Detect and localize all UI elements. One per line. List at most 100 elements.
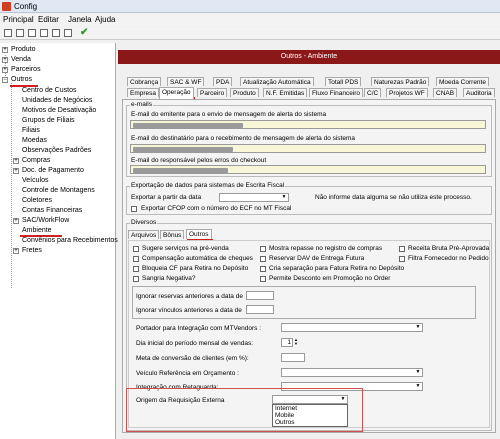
tree-node-outros[interactable]: Outros [11, 76, 32, 83]
checkbox-mostra-repasse[interactable] [260, 246, 266, 252]
tab-auditoria[interactable]: Auditoria [463, 88, 495, 97]
checkbox-reservar-dav[interactable] [260, 256, 266, 262]
chevron-down-icon[interactable]: ▼ [414, 383, 422, 390]
tree-node-sac[interactable]: SAC/WorkFlow [22, 217, 69, 224]
tab-nf-emitidas[interactable]: N.F. Emitidas [263, 88, 308, 97]
portador-select[interactable]: ▼ [281, 323, 423, 332]
tree-node-produto[interactable]: Produto [11, 46, 36, 53]
checkbox-receita-bruta[interactable] [399, 246, 405, 252]
checkbox-label: Mostra repasse no registro de compras [269, 245, 383, 252]
menu-ajuda[interactable]: Ajuda [95, 15, 115, 24]
tab-cnab[interactable]: CNAB [433, 88, 458, 97]
tab-projetos-wf[interactable]: Projetos WF [386, 88, 428, 97]
tab-operacao[interactable]: Operação [159, 87, 194, 99]
tab-fluxo[interactable]: Fluxo Financeiro [309, 88, 364, 97]
cfop-checkbox[interactable] [131, 206, 137, 212]
chevron-down-icon[interactable]: ▼ [414, 369, 422, 376]
checkbox-permite-desconto[interactable] [260, 276, 266, 282]
checkbox-bloqueia-cf[interactable] [133, 266, 139, 272]
meta-field[interactable] [281, 353, 305, 362]
print-icon[interactable] [40, 29, 48, 37]
confirm-check-icon[interactable]: ✔ [80, 27, 88, 38]
tree-node-motivos[interactable]: Motivos de Desativação [22, 107, 96, 114]
tree-node-centro-custos[interactable]: Centro de Custos [22, 87, 76, 94]
expand-icon[interactable]: + [2, 47, 8, 53]
collapse-icon[interactable]: − [2, 77, 8, 83]
tab-produto[interactable]: Produto [230, 88, 259, 97]
expand-icon[interactable]: + [13, 218, 19, 224]
veiculo-label: Veículo Referência em Orçamento : [136, 370, 239, 377]
checkbox-cria-separacao[interactable] [260, 266, 266, 272]
tab-atualizacao[interactable]: Atualização Automática [240, 77, 314, 86]
expand-icon[interactable]: + [13, 168, 19, 174]
subtab-arquivos[interactable]: Arquivos [128, 230, 160, 239]
export-date-picker[interactable]: ▼ [219, 193, 289, 202]
new-icon[interactable] [4, 29, 12, 37]
tree-node-ambiente[interactable]: Ambiente [22, 227, 52, 234]
checkbox-sangria[interactable] [133, 276, 139, 282]
origem-select[interactable]: ▼ [272, 395, 348, 404]
tree-node-doc-pagamento[interactable]: Doc. de Pagamento [22, 167, 84, 174]
tab-cc[interactable]: C/C [364, 88, 382, 97]
subtab-bonus[interactable]: Bônus [160, 230, 185, 239]
tree-node-veiculos[interactable]: Veículos [22, 177, 48, 184]
recipient-email-label: E-mail do destinatário para o recebiment… [131, 135, 356, 142]
tree-node-moedas[interactable]: Moedas [22, 137, 47, 144]
window-icon[interactable] [64, 29, 72, 37]
vinculos-date-field[interactable] [246, 305, 274, 314]
dropdown-option[interactable]: Mobile [273, 412, 347, 419]
tree-node-contas[interactable]: Contas Financeiras [22, 207, 82, 214]
tree-node-montagens[interactable]: Controle de Montagens [22, 187, 95, 194]
menu-bar: Principal Editar Janela Ajuda [0, 14, 500, 26]
save-icon[interactable] [28, 29, 36, 37]
tab-naturezas[interactable]: Naturezas Padrão [371, 77, 430, 86]
tree-node-venda[interactable]: Venda [11, 56, 31, 63]
tree-node-grupos-filiais[interactable]: Grupos de Filiais [22, 117, 75, 124]
cfop-label: Exportar CFOP com o número do ECF no MT … [141, 205, 292, 212]
dropdown-option[interactable]: Internet [273, 405, 347, 412]
expand-icon[interactable]: + [13, 248, 19, 254]
spinner-arrows-icon[interactable]: ▲ ▼ [293, 338, 299, 347]
tab-moeda[interactable]: Moeda Corrente [436, 77, 489, 86]
edit-icon[interactable] [52, 29, 60, 37]
expand-icon[interactable]: + [13, 158, 19, 164]
redacted-value [133, 168, 228, 173]
subtab-outros[interactable]: Outros [186, 229, 212, 239]
checkbox-filtra-fornecedor[interactable] [399, 256, 405, 262]
tab-totall-pds[interactable]: Totall PDS [325, 77, 362, 86]
tree-node-compras[interactable]: Compras [22, 157, 50, 164]
tab-sac-wf[interactable]: SAC & WF [167, 77, 205, 86]
tab-content: e-mails E-mail do emitente para o envio … [122, 99, 496, 433]
tree-node-observacoes[interactable]: Observações Padrões [22, 147, 91, 154]
dia-inicial-field[interactable]: 1 [281, 338, 293, 347]
chevron-down-icon[interactable]: ▼ [339, 396, 347, 403]
checkbox-compensacao[interactable] [133, 256, 139, 262]
veiculo-select[interactable]: ▼ [281, 368, 423, 377]
tab-cobranca[interactable]: Cobrança [127, 77, 162, 86]
open-icon[interactable] [16, 29, 24, 37]
chevron-down-icon[interactable]: ▼ [414, 324, 422, 331]
tree-node-parceiros[interactable]: Parceiros [11, 66, 41, 73]
tab-empresa[interactable]: Empresa [127, 88, 160, 97]
menu-janela[interactable]: Janela [68, 15, 92, 24]
tree-node-filiais[interactable]: Filiais [22, 127, 40, 134]
origem-dropdown[interactable]: Internet Mobile Outros [272, 404, 348, 427]
chevron-down-icon[interactable]: ▼ [280, 194, 288, 201]
reservas-date-field[interactable] [246, 291, 274, 300]
recipient-email-field[interactable] [130, 144, 486, 153]
expand-icon[interactable]: + [2, 57, 8, 63]
tree-node-unidades[interactable]: Unidades de Negócios [22, 97, 92, 104]
sender-email-field[interactable] [130, 120, 486, 129]
dropdown-option[interactable]: Outros [273, 419, 347, 426]
checkbox-sugere-servicos[interactable] [133, 246, 139, 252]
tree-node-coletores[interactable]: Coletores [22, 197, 52, 204]
tab-pda[interactable]: PDA [213, 77, 233, 86]
tree-node-fretes[interactable]: Fretes [22, 247, 42, 254]
expand-icon[interactable]: + [2, 67, 8, 73]
tab-parceiro[interactable]: Parceiro [197, 88, 228, 97]
checkout-email-field[interactable] [130, 165, 486, 174]
menu-editar[interactable]: Editar [38, 15, 59, 24]
menu-principal[interactable]: Principal [3, 15, 34, 24]
tree-node-convenios[interactable]: Convênios para Recebimentos c [22, 237, 123, 244]
email-group-title: e-mails [130, 101, 153, 108]
